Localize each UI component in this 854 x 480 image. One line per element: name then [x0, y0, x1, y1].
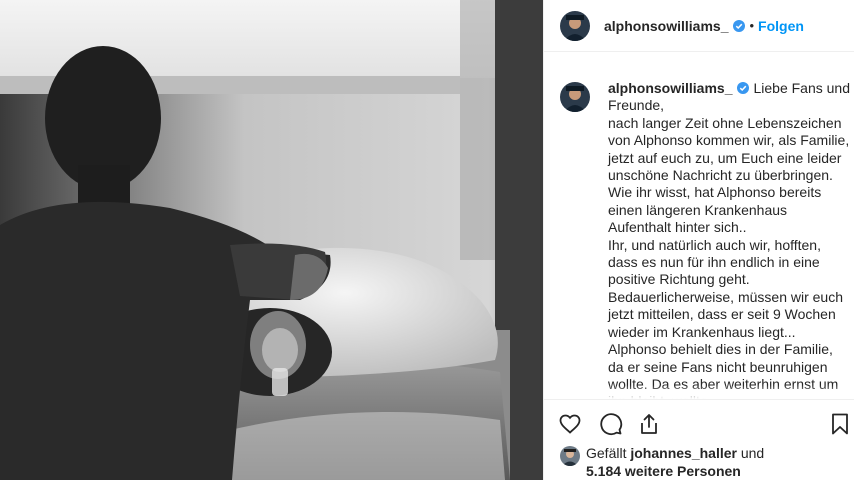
caption-avatar[interactable] — [560, 82, 590, 112]
caption-line: Bedauerlicherweise, müssen wir euch jetz… — [608, 288, 843, 399]
action-icons — [544, 400, 854, 440]
comment-icon[interactable] — [599, 412, 623, 436]
liker-username[interactable]: johannes_haller — [630, 445, 737, 461]
post-photo[interactable] — [0, 0, 543, 480]
caption-line: Ihr, und natürlich auch wir, hofften, da… — [608, 236, 821, 288]
caption-line: nach langer Zeit ohne Lebenszeichen von … — [608, 114, 850, 184]
follow-button[interactable]: Folgen — [758, 18, 804, 34]
avatar[interactable] — [560, 10, 590, 41]
likes-others-link[interactable]: 5.184 weitere Personen — [586, 463, 741, 479]
hospital-photo-image — [0, 0, 543, 480]
share-icon[interactable] — [637, 412, 661, 436]
header-separator: • — [749, 18, 755, 33]
likes-text: Gefällt johannes_haller und 5.184 weiter… — [586, 444, 764, 480]
caption-text: alphonsowilliams_ Liebe Fans und Freunde… — [608, 80, 850, 399]
caption-line: Wie ihr wisst, hat Alphonso bereits eine… — [608, 184, 822, 236]
verified-badge-icon — [733, 19, 746, 32]
verified-badge-icon — [737, 82, 750, 94]
post-header: alphonsowilliams_ • Folgen — [544, 0, 854, 52]
likes-connector: und — [740, 445, 765, 461]
post-actions: Gefällt johannes_haller und 5.184 weiter… — [544, 399, 854, 479]
scroll-fade — [560, 385, 850, 399]
post-side-panel: alphonsowilliams_ • Folgen alphonsowilli… — [543, 0, 854, 480]
caption-username[interactable]: alphonsowilliams_ — [608, 80, 732, 96]
likes-prefix: Gefällt — [586, 445, 627, 461]
heart-icon[interactable] — [558, 412, 582, 436]
header-username[interactable]: alphonsowilliams_ — [604, 18, 728, 34]
likes-summary: Gefällt johannes_haller und 5.184 weiter… — [544, 444, 854, 480]
bookmark-icon[interactable] — [828, 412, 852, 436]
liker-avatar[interactable] — [560, 446, 580, 466]
comments-area[interactable]: alphonsowilliams_ Liebe Fans und Freunde… — [560, 68, 850, 399]
